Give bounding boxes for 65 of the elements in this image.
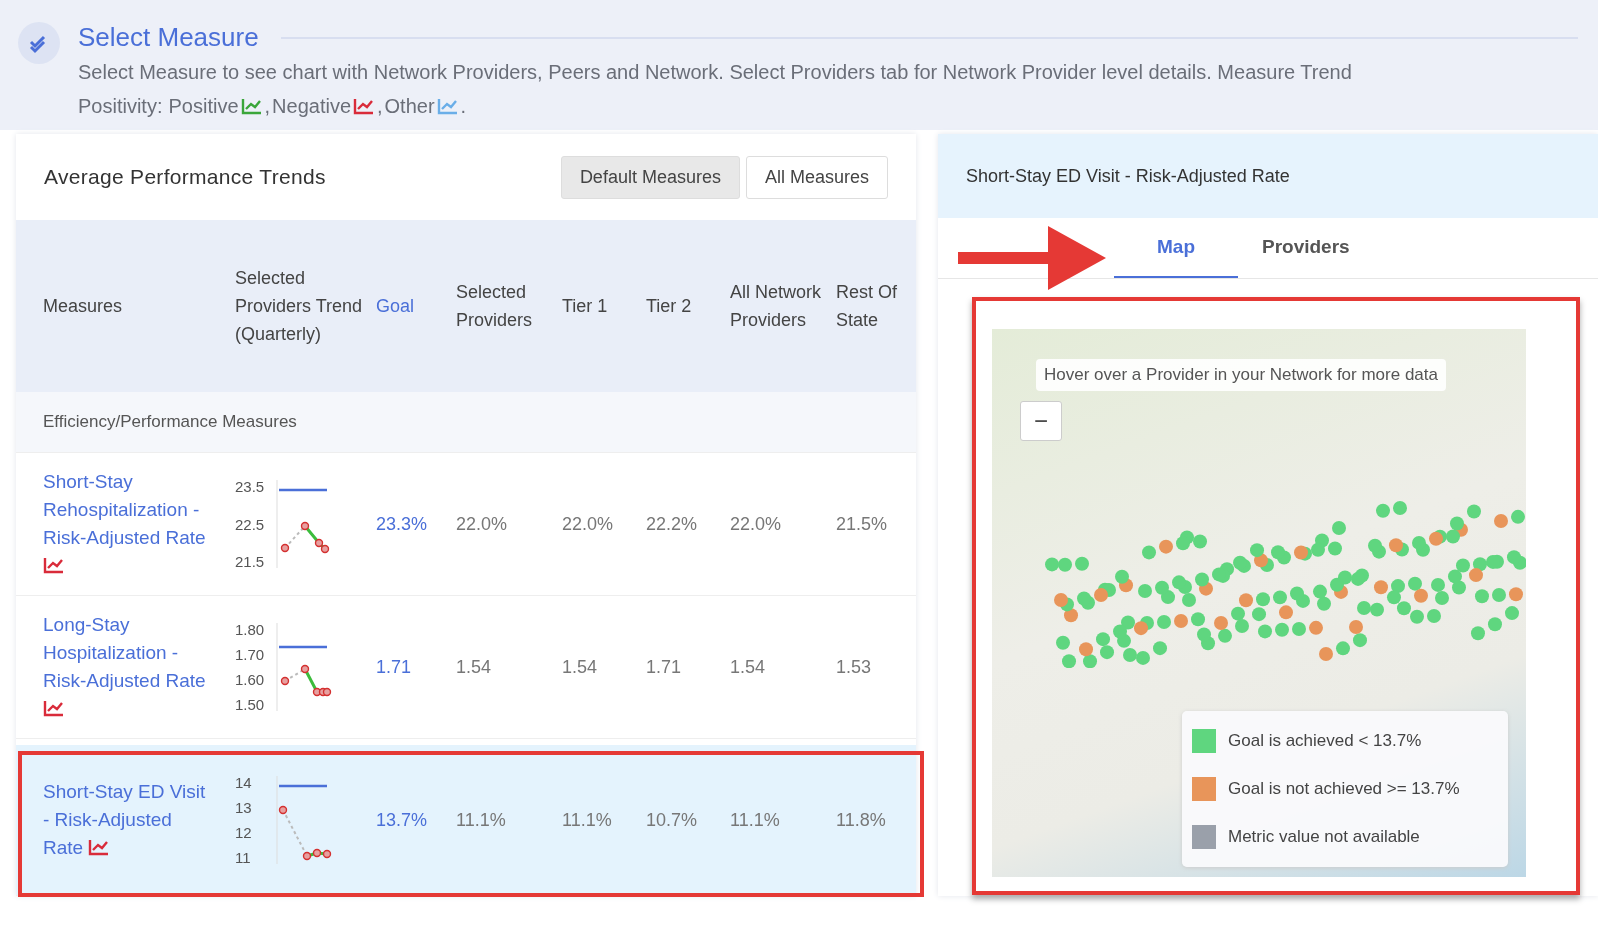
section-label: Efficiency/Performance Measures bbox=[43, 412, 297, 432]
axis-tick-label: 23.5 bbox=[235, 478, 266, 495]
tab[interactable]: Providers bbox=[1238, 218, 1362, 278]
column-header: Rest Of State bbox=[836, 281, 898, 332]
goal-value: 1.71 bbox=[376, 656, 413, 678]
punctuation-text: . bbox=[460, 94, 467, 119]
column-header: Tier 1 bbox=[562, 295, 609, 318]
map-tooltip: Hover over a Provider in your Network for more data bbox=[1036, 359, 1446, 391]
table-cell-text: 1.54 bbox=[562, 656, 599, 678]
measure-set-button[interactable]: Default Measures bbox=[560, 155, 740, 199]
table-cell-text: 1.54 bbox=[730, 656, 767, 678]
axis-tick-label: 22.5 bbox=[235, 515, 266, 533]
column-header: Measures bbox=[43, 295, 124, 318]
legend-label: Goal is achieved < 13.7% bbox=[1228, 731, 1422, 751]
column-header[interactable]: Goal bbox=[376, 292, 456, 320]
measure-link[interactable]: Short-Stay Rehospitalization - Risk-Adjusted Rate bbox=[43, 468, 213, 580]
measure-row[interactable]: Long-Stay Hospitalization - Risk-Adjusted Rate 1.80 1.70 1.60 1.50 1.71 1.54 1.54 1.71 1.54 1.53 bbox=[16, 596, 916, 739]
axis-tick-label: 11 bbox=[235, 849, 252, 866]
table-cell-text: 11.8% bbox=[836, 809, 887, 831]
double-check-icon bbox=[18, 22, 60, 64]
tab[interactable]: Map bbox=[1114, 218, 1238, 278]
section-title: Select Measure bbox=[78, 22, 259, 53]
positivity-item: Negative bbox=[272, 94, 351, 119]
table-cell-text: 22.0% bbox=[562, 513, 615, 535]
measure-link[interactable]: Short-Stay ED Visit - Risk-Adjusted Rate bbox=[43, 778, 213, 862]
column-header: Tier 2 bbox=[646, 295, 693, 318]
positivity-item: Other bbox=[384, 94, 435, 119]
measure-row[interactable]: Short-Stay Rehospitalization - Risk-Adjusted Rate 23.5 22.5 21.5 23.3% 22.0% 22.0% 22.2% 22.0% 21.5% bbox=[16, 453, 916, 596]
column-header: Selected Providers Trend (Quarterly) bbox=[235, 267, 364, 346]
measure-link[interactable]: Long-Stay Hospitalization - Risk-Adjusted Rate bbox=[43, 611, 213, 723]
measure-set-button[interactable]: All Measures bbox=[745, 155, 888, 199]
axis-tick-label: 1.60 bbox=[235, 671, 266, 688]
axis-tick-label: 21.5 bbox=[235, 553, 266, 570]
measure-row[interactable]: Short-Stay ED Visit - Risk-Adjusted Rate 14 13 12 11 13.7% 11.1% 11.1% 10.7% 11.1% 11.8% bbox=[16, 745, 916, 896]
legend-label: Goal is not achieved >= 13.7% bbox=[1228, 779, 1460, 799]
table-cell-text: 22.0% bbox=[456, 513, 509, 535]
positivity-item: Positive bbox=[168, 94, 239, 119]
axis-tick-label: 13 bbox=[235, 799, 253, 816]
table-cell-text: 10.7% bbox=[646, 809, 699, 831]
table-cell-text: 21.5% bbox=[836, 513, 889, 535]
measure-title: Short-Stay ED Visit - Risk-Adjusted Rate bbox=[966, 165, 1290, 187]
axis-tick-label: 1.80 bbox=[235, 621, 266, 638]
table-cell-text: 1.53 bbox=[836, 656, 873, 678]
table-cell-text: 22.2% bbox=[646, 513, 699, 535]
panel-title: Average Performance Trends bbox=[44, 165, 326, 189]
column-header: All Network Providers bbox=[730, 281, 823, 332]
axis-tick-label: 12 bbox=[235, 824, 253, 841]
zoom-out-button[interactable]: − bbox=[1020, 401, 1062, 441]
goal-value: 13.7% bbox=[376, 809, 429, 831]
axis-tick-label: 1.70 bbox=[235, 646, 266, 663]
positivity-label: Positivity: bbox=[78, 94, 163, 119]
table-cell-text: 11.1% bbox=[562, 809, 613, 831]
description-text: Select Measure to see chart with Network Providers, Peers and Network. Select Providers tab for Network Provider level details. Measure Trend bbox=[78, 60, 1353, 85]
table-cell-text: 22.0% bbox=[730, 513, 783, 535]
axis-tick-label: 1.50 bbox=[235, 696, 266, 713]
punctuation-text: , bbox=[264, 94, 271, 119]
axis-tick-label: 14 bbox=[235, 774, 253, 791]
legend-label: Metric value not available bbox=[1228, 827, 1420, 847]
table-cell-text: 1.71 bbox=[646, 656, 683, 678]
table-cell-text: 1.54 bbox=[456, 656, 493, 678]
table-cell-text: 11.1% bbox=[730, 809, 781, 831]
goal-value: 23.3% bbox=[376, 513, 429, 535]
table-cell-text: 11.1% bbox=[456, 809, 507, 831]
column-header: Selected Providers bbox=[456, 281, 534, 332]
punctuation-text: , bbox=[377, 94, 383, 119]
